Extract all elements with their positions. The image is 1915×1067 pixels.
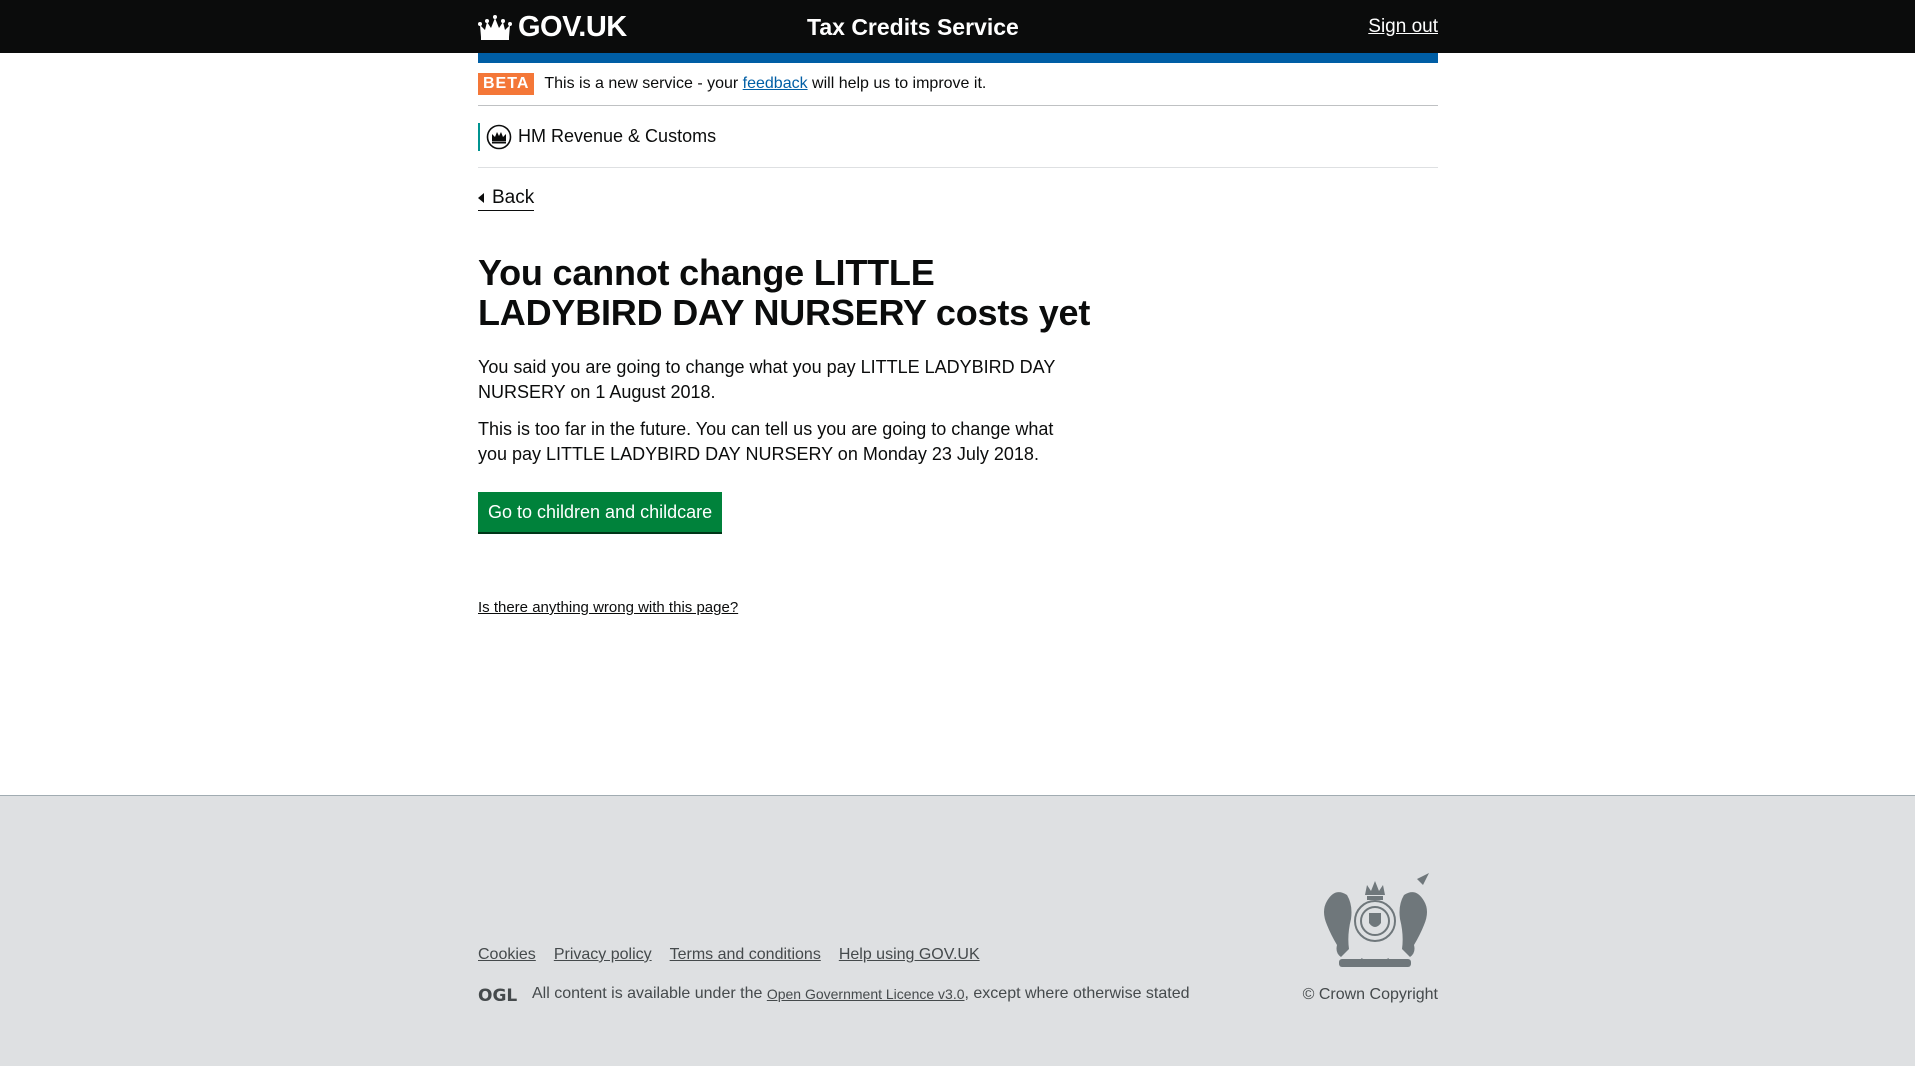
org-name: HM Revenue & Customs [518,126,717,146]
hmrc-logo: HM Revenue & Customs [478,122,717,151]
back-link[interactable]: Back [478,187,535,211]
go-to-children-childcare-button[interactable]: Go to children and childcare [478,492,723,532]
footer-link-help[interactable]: Help using GOV.UK [839,946,980,964]
phase-banner: BETA This is a new service - your feedba… [478,63,1438,106]
paragraph-requested-date: You said you are going to change what yo… [478,357,1056,402]
sign-out-link[interactable]: Sign out [1368,15,1438,39]
royal-coat-of-arms-icon [1324,873,1429,967]
phase-banner-text: This is a new service - your feedback wi… [544,75,986,93]
organisation-bar: HM Revenue & Customs [478,106,1438,168]
beta-tag: BETA [478,73,535,95]
footer-container: Cookies Privacy policy Terms and conditi… [478,796,1438,1067]
footer-link-terms[interactable]: Terms and conditions [670,946,821,964]
triangle-left-icon [478,193,484,203]
phase-text-before: This is a new service - your [544,75,743,92]
govuk-logo-link[interactable]: GOV.UK [478,12,627,42]
ogl-licence-link[interactable]: Open Government Licence v3.0 [767,986,965,1002]
service-name-link[interactable]: Tax Credits Service [807,13,1019,41]
logo-text: GOV.UK [518,11,627,43]
header-container: GOV.UK Tax Credits Service Sign out [478,0,1438,53]
report-problem-link[interactable]: Is there anything wrong with this page? [478,599,738,616]
main-container: BETA This is a new service - your feedba… [478,53,1438,617]
crown-icon [478,15,512,40]
footer-link-privacy[interactable]: Privacy policy [554,946,652,964]
licence-text-before: All content is available under the [532,985,763,1002]
footer: Cookies Privacy policy Terms and conditi… [0,795,1915,1066]
licence-statement: OGL All content is available under the O… [478,985,1190,1003]
svg-text:OGL: OGL [478,986,517,1003]
footer-link-cookies[interactable]: Cookies [478,946,536,964]
global-header: GOV.UK Tax Credits Service Sign out [0,0,1915,53]
header-blue-bar [478,53,1438,63]
paragraph-allowed-date: This is too far in the future. You can t… [478,419,1054,464]
phase-text-after: will help us to improve it. [807,75,987,92]
footer-links: Cookies Privacy policy Terms and conditi… [478,946,998,964]
ogl-logo-icon: OGL [478,986,517,1003]
licence-text-after: , except where otherwise stated [964,985,1190,1002]
page-title: You cannot change LITTLE LADYBIRD DAY NU… [478,252,1091,333]
hmrc-crest-icon [486,124,512,149]
feedback-link[interactable]: feedback [743,75,808,92]
back-label: Back [492,187,535,208]
crown-copyright: © Crown Copyright [1302,986,1438,1003]
